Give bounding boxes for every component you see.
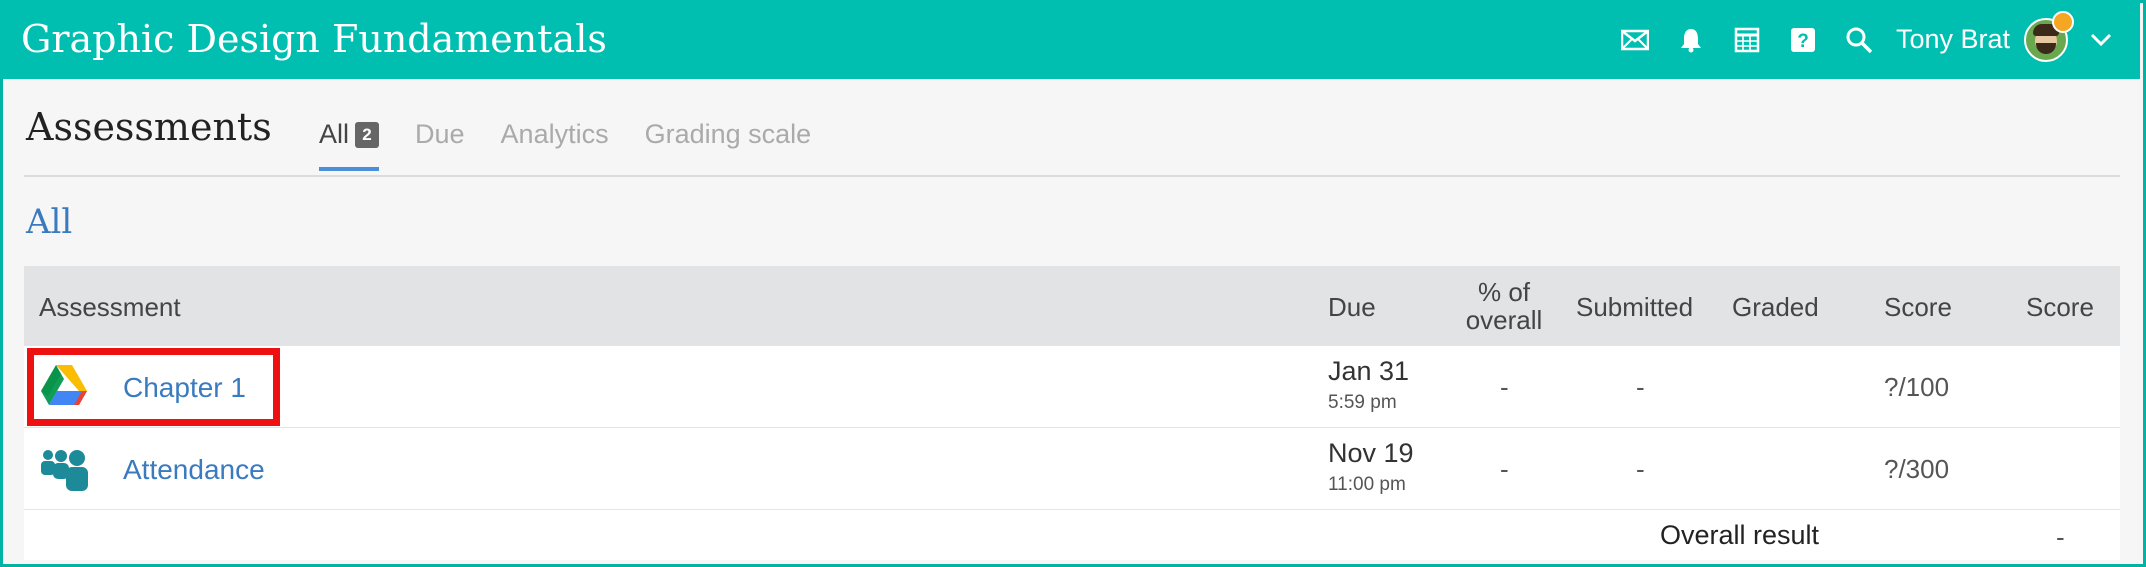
due-date: Nov 19 bbox=[1328, 438, 1414, 468]
tab-bar: All 2 Due Analytics Grading scale bbox=[319, 119, 847, 171]
due-time: 5:59 pm bbox=[1328, 392, 1397, 413]
due-time: 11:00 pm bbox=[1328, 474, 1406, 495]
tab-all[interactable]: All 2 bbox=[319, 119, 380, 171]
search-icon[interactable] bbox=[1844, 25, 1874, 55]
assessment-link[interactable]: Chapter 1 bbox=[123, 372, 246, 404]
help-icon[interactable]: ? bbox=[1788, 25, 1818, 55]
score-value: ?/100 bbox=[1884, 372, 1950, 402]
top-icons: ? Tony Brat bbox=[1594, 0, 2140, 79]
overall-result-value: - bbox=[2056, 522, 2065, 552]
submitted-value: - bbox=[1636, 454, 1645, 484]
percent-of-overall: - bbox=[1500, 454, 1509, 484]
google-drive-icon bbox=[40, 364, 88, 410]
avatar[interactable] bbox=[2024, 10, 2074, 62]
people-icon bbox=[40, 446, 88, 492]
column-header-due[interactable]: Due bbox=[1328, 292, 1376, 323]
section-title: All bbox=[26, 202, 73, 242]
tab-grading-scale[interactable]: Grading scale bbox=[645, 119, 812, 170]
tab-label: All bbox=[319, 119, 350, 149]
tab-count-badge: 2 bbox=[355, 122, 380, 148]
main-content: Assessments All 2 Due Analytics Grading s… bbox=[24, 79, 2120, 564]
page-title: Assessments bbox=[26, 105, 272, 149]
column-header-submitted[interactable]: Submitted bbox=[1576, 292, 1693, 323]
column-header-assessment[interactable]: Assessment bbox=[39, 292, 181, 323]
table-header: Assessment Due % of overall Submitted Gr… bbox=[24, 266, 2120, 346]
bell-icon[interactable] bbox=[1676, 25, 1706, 55]
due-date: Jan 31 bbox=[1328, 356, 1410, 386]
table-row[interactable]: Attendance Nov 19 11:00 pm - - ?/300 bbox=[24, 428, 2120, 510]
tabs-divider bbox=[24, 175, 2120, 177]
percent-of-overall: - bbox=[1500, 372, 1509, 402]
tab-due[interactable]: Due bbox=[415, 119, 465, 170]
course-title[interactable]: Graphic Design Fundamentals bbox=[21, 17, 607, 61]
user-name[interactable]: Tony Brat bbox=[1896, 24, 2010, 55]
overall-result-label: Overall result bbox=[1660, 520, 1820, 550]
assessment-link[interactable]: Attendance bbox=[123, 454, 265, 486]
table-row[interactable]: Chapter 1 Jan 31 5:59 pm - - ?/100 bbox=[24, 346, 2120, 428]
column-header-score[interactable]: Score bbox=[1884, 292, 1952, 323]
svg-text:?: ? bbox=[1797, 31, 1809, 52]
column-header-score-2[interactable]: Score bbox=[2026, 292, 2094, 323]
tab-analytics[interactable]: Analytics bbox=[501, 119, 609, 170]
column-header-graded[interactable]: Graded bbox=[1732, 292, 1819, 323]
avatar-beard bbox=[2036, 42, 2056, 54]
score-value: ?/300 bbox=[1884, 454, 1950, 484]
chevron-down-icon[interactable] bbox=[2088, 27, 2114, 53]
overall-result-row: Overall result - bbox=[24, 510, 2120, 560]
user-notification-badge bbox=[2052, 10, 2074, 33]
calendar-icon[interactable] bbox=[1732, 25, 1762, 55]
submitted-value: - bbox=[1636, 372, 1645, 402]
mail-icon[interactable] bbox=[1620, 25, 1650, 55]
column-header-percent-overall[interactable]: % of overall bbox=[1444, 278, 1564, 334]
assessments-table: Assessment Due % of overall Submitted Gr… bbox=[24, 266, 2120, 560]
top-bar: Graphic Design Fundamentals ? Tony Brat bbox=[0, 0, 2140, 79]
